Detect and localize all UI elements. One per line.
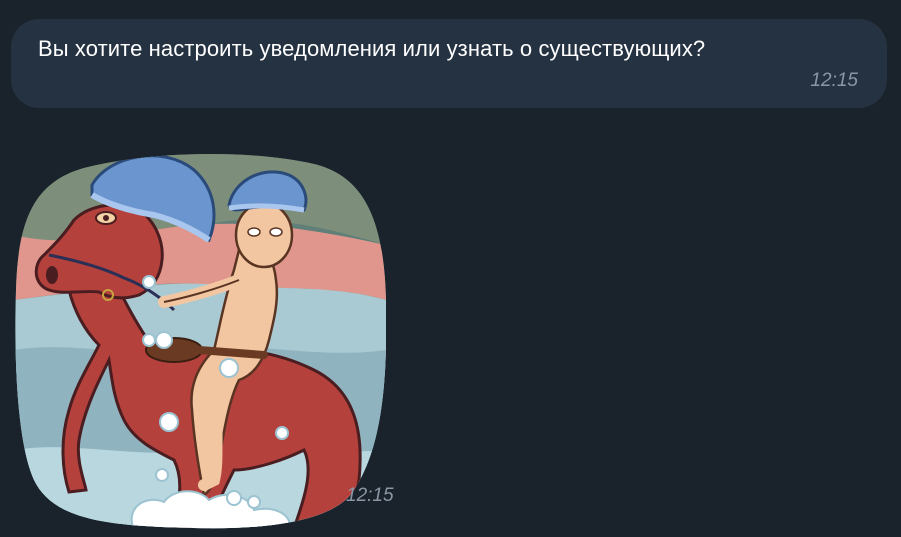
message-text: Вы хотите настроить уведомления или узна… [38, 36, 706, 61]
sticker-message[interactable] [14, 150, 386, 530]
chat-history: Вы хотите настроить уведомления или узна… [0, 0, 901, 537]
sticker-image [15, 153, 386, 529]
incoming-message-bubble[interactable]: Вы хотите настроить уведомления или узна… [11, 19, 887, 108]
message-time: 12:15 [810, 70, 858, 91]
sticker-time: 12:15 [346, 485, 394, 506]
